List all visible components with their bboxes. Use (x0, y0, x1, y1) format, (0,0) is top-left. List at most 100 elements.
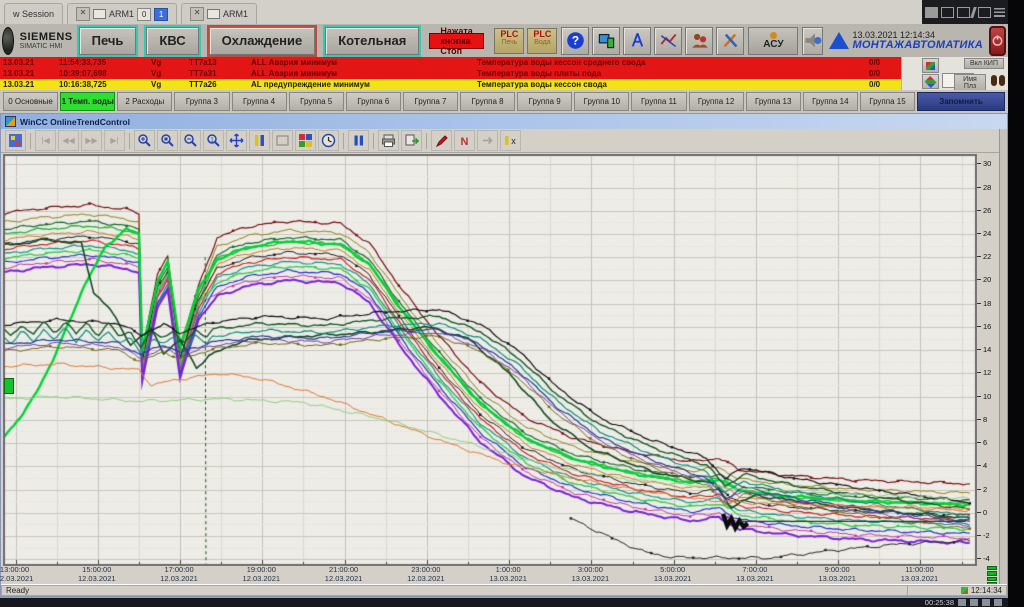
record-icon[interactable] (958, 599, 966, 606)
chat-icon[interactable] (941, 7, 954, 18)
clock-button[interactable] (318, 130, 339, 151)
alarm-row-2[interactable]: 13.03.2110:39:07,698VgTT7a31ALL Авария м… (0, 68, 1008, 79)
alarm-list-button[interactable]: N (454, 130, 475, 151)
group-tab-4[interactable]: Группа 4 (232, 92, 287, 111)
group-tab-10[interactable]: Группа 10 (574, 92, 629, 111)
nav-button-квс[interactable]: КВС (146, 27, 198, 55)
workstation-button[interactable] (592, 27, 620, 55)
session-tab-label: ARM1 (109, 9, 134, 19)
workstation-icon (597, 31, 616, 50)
group-tab-14[interactable]: Группа 14 (803, 92, 858, 111)
group-tab-7[interactable]: Группа 7 (403, 92, 458, 111)
alarm-src: Vg (148, 69, 186, 78)
group-tab-15[interactable]: Группа 15 (860, 92, 915, 111)
window-title-bar[interactable]: WinCC OnlineTrendControl (1, 114, 1007, 129)
group-tab-13[interactable]: Группа 13 (746, 92, 801, 111)
group-tab-12[interactable]: Группа 12 (689, 92, 744, 111)
close-icon[interactable]: ✕ (190, 7, 204, 21)
session-tab-arm1-2[interactable]: ✕ARM1 (181, 3, 257, 24)
close-icon[interactable]: ✕ (76, 7, 90, 21)
palette-icon[interactable] (922, 74, 939, 89)
zoom-original-button[interactable]: 1 (203, 130, 224, 151)
asu-button[interactable]: АСУ (748, 27, 798, 55)
move-button[interactable] (226, 130, 247, 151)
print-button[interactable] (378, 130, 399, 151)
help-button[interactable]: ? (561, 27, 589, 55)
group-tab-2[interactable]: 2 Расходы (117, 92, 172, 111)
group-tab-11[interactable]: Группа 11 (631, 92, 686, 111)
session-tab-arm1-1[interactable]: ✕ARM101 (67, 3, 177, 24)
battery-icon[interactable] (957, 7, 970, 18)
prev-button[interactable]: ◀◀ (58, 130, 79, 151)
image-icon[interactable] (922, 58, 939, 73)
users-button[interactable] (685, 27, 713, 55)
y-tick-6: 6 (977, 438, 987, 447)
settings-button[interactable] (5, 130, 26, 151)
session-tab-label: w Session (13, 9, 54, 19)
flash-icon[interactable] (971, 7, 978, 18)
group-tab-3[interactable]: Группа 3 (174, 92, 229, 111)
fullscreen-icon[interactable] (994, 599, 1002, 606)
export-button[interactable] (401, 130, 422, 151)
display-icon[interactable] (978, 7, 991, 18)
last-button[interactable]: ▶| (104, 130, 125, 151)
y-tick--2: -2 (977, 531, 990, 540)
menu-icon[interactable] (994, 8, 1005, 17)
next-button[interactable]: ▶▶ (81, 130, 102, 151)
y-tick-2: 2 (977, 485, 987, 494)
x-tick-15:00:00: 15:00:0012.03.2021 (64, 566, 130, 583)
y-tick-8: 8 (977, 415, 987, 424)
alarm-row-3[interactable]: 13.03.2110:16:38,725VgTT7a26AL предупреж… (0, 79, 1008, 90)
group-tab-6[interactable]: Группа 6 (346, 92, 401, 111)
nav-button-печь[interactable]: Печь (79, 27, 137, 55)
time-range-button[interactable] (249, 130, 270, 151)
trend-plot[interactable] (3, 154, 977, 566)
pause-button[interactable] (348, 130, 369, 151)
compass-button[interactable] (623, 27, 651, 55)
display-icon (207, 9, 220, 19)
group-tab-1[interactable]: 1 Темп. воды (60, 92, 115, 111)
trend-canvas[interactable] (4, 155, 976, 565)
session-tab-w-session-0[interactable]: w Session (4, 3, 63, 24)
alarm-tag: TT7a26 (186, 80, 248, 89)
tools-icon (721, 31, 740, 50)
camera-icon[interactable] (925, 7, 938, 18)
zoom-out-button[interactable] (180, 130, 201, 151)
statistics-button[interactable]: x (500, 130, 521, 151)
plc-button-печь[interactable]: PLCПечь (494, 28, 524, 54)
nav-button-охлаждение[interactable]: Охлаждение (209, 27, 316, 55)
plc-button-вода[interactable]: PLCВода (527, 28, 557, 54)
window-scrollbar[interactable] (999, 129, 1007, 591)
select-trends-button[interactable] (295, 130, 316, 151)
power-button[interactable] (989, 26, 1006, 56)
lock-icon[interactable] (982, 599, 990, 606)
alarm-time: 11:54:33,735 (56, 58, 148, 67)
step-button[interactable] (477, 130, 498, 151)
nav-button-котельная[interactable]: Котельная (325, 27, 419, 55)
zoom-select-button[interactable] (157, 130, 178, 151)
speaker-icon[interactable] (802, 27, 823, 55)
group-tab-bar: 0 Основные1 Темп. воды2 РасходыГруппа 3Г… (0, 90, 1008, 113)
alarm-desc: Температура воды кессон среднего свода (474, 58, 866, 67)
memorize-button[interactable]: Запомнить (917, 92, 1005, 111)
trends-button[interactable] (654, 27, 682, 55)
zoom-in-button[interactable] (134, 130, 155, 151)
binoculars-icon[interactable] (991, 75, 1005, 86)
group-tab-5[interactable]: Группа 5 (289, 92, 344, 111)
toolbar-separator (426, 133, 427, 149)
first-button[interactable]: |◀ (35, 130, 56, 151)
siemens-brand: SIEMENS SIMATIC HMI (20, 32, 73, 50)
chat-icon[interactable] (970, 599, 978, 606)
x-tick-3:00:00: 3:00:0013.03.2021 (557, 566, 623, 583)
export-icon (404, 133, 419, 148)
group-tab-0[interactable]: 0 Основные (3, 92, 58, 111)
pen-button[interactable] (431, 130, 452, 151)
alarm-row-1[interactable]: 13.03.2111:54:33,735VgTT7a13ALL Авария м… (0, 57, 1008, 68)
group-tab-8[interactable]: Группа 8 (460, 92, 515, 111)
zoom-area-button[interactable] (272, 130, 293, 151)
group-tab-9[interactable]: Группа 9 (517, 92, 572, 111)
y-tick-30: 30 (977, 159, 991, 168)
kip-on-button[interactable]: Вкл КИП (964, 58, 1004, 69)
x-tick-1:00:00: 1:00:0013.03.2021 (475, 566, 541, 583)
tools-button[interactable] (716, 27, 744, 55)
